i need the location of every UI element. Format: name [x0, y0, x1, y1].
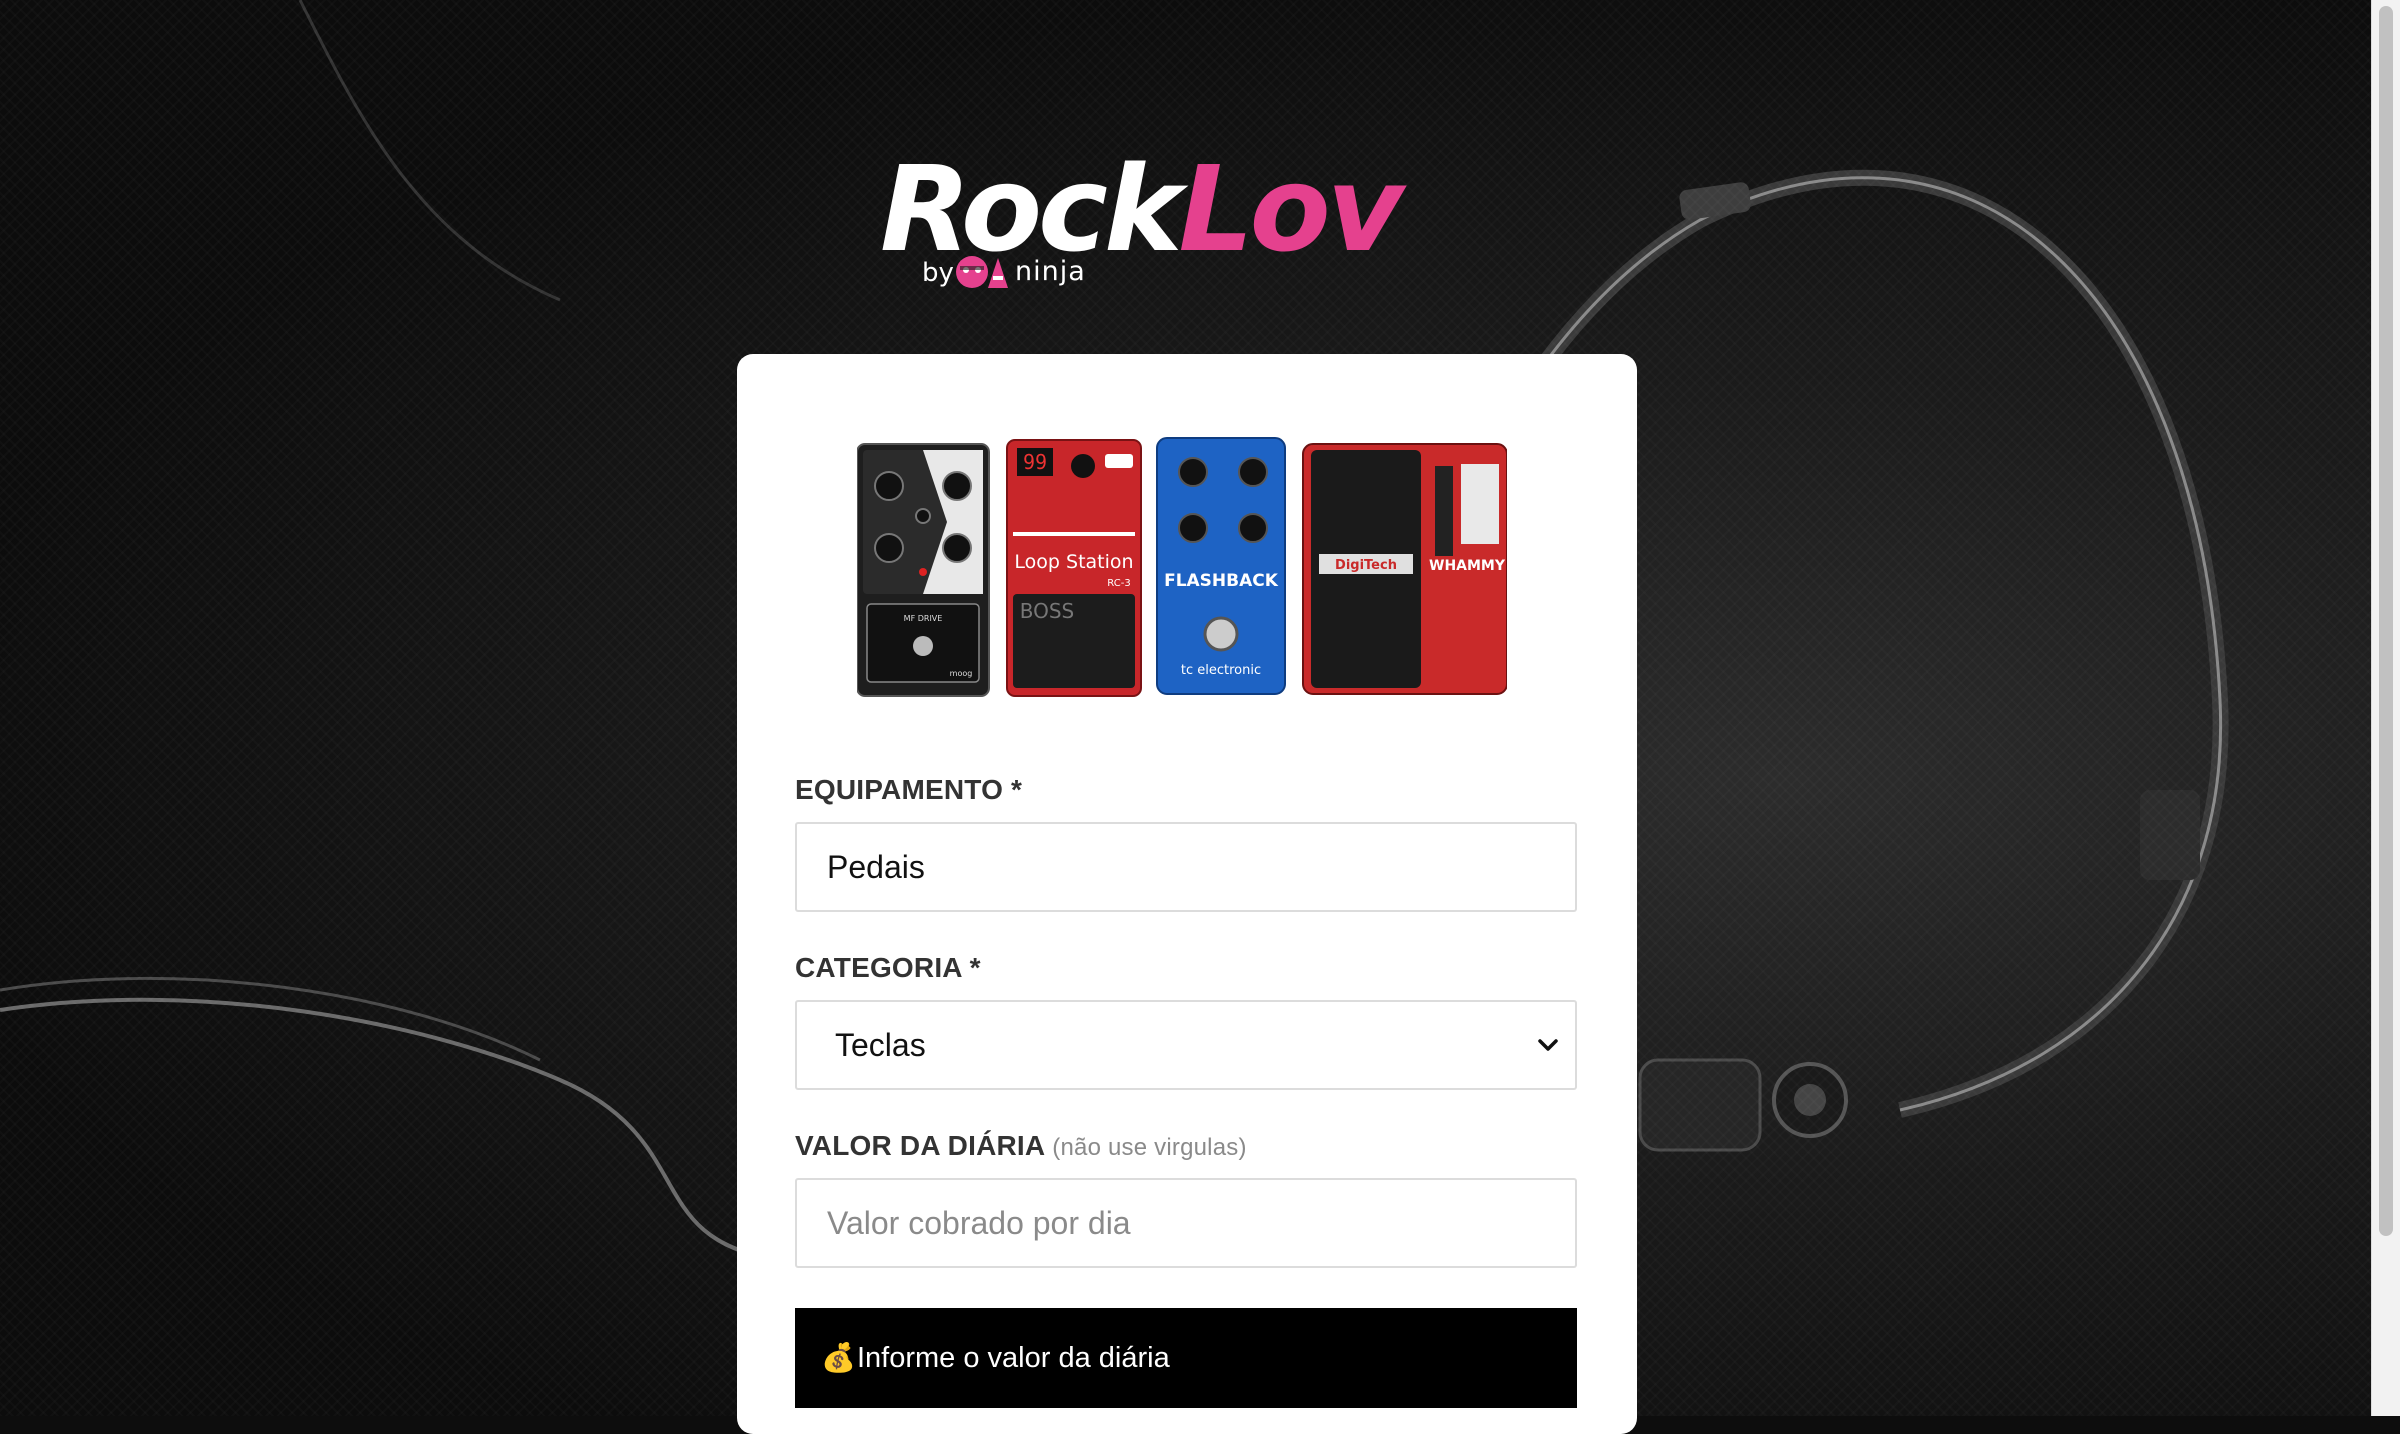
daily-rate-label-text: VALOR DA DIÁRIA — [795, 1130, 1045, 1161]
rocklov-logo: RockLov by ninja — [880, 150, 1500, 300]
chevron-down-icon — [1538, 1039, 1558, 1051]
logo-wordmark: RockLov — [880, 150, 1404, 268]
equipment-input[interactable] — [797, 824, 1575, 910]
money-bag-icon: 💰 — [821, 1342, 856, 1373]
daily-rate-label: VALOR DA DIÁRIA (não use virgulas) — [795, 1130, 1247, 1162]
guitar-pedals-image: MF DRIVE moog 99 Loop Station RC-3 BOSS … — [857, 437, 1507, 697]
alert-message: Informe o valor da diária — [857, 1342, 1170, 1374]
equipment-form-card: MF DRIVE moog 99 Loop Station RC-3 BOSS … — [737, 354, 1637, 1434]
page-scrollbar[interactable] — [2371, 0, 2400, 1416]
whammy-label: WHAMMY — [1429, 558, 1506, 574]
logo-lov: Lov — [1178, 140, 1403, 278]
logo-by: by — [922, 258, 954, 288]
moog-pedal: MF DRIVE moog — [857, 443, 990, 697]
boss-pedal: 99 Loop Station RC-3 BOSS — [1006, 439, 1142, 697]
daily-rate-field-box — [795, 1178, 1577, 1268]
equipment-label: EQUIPAMENTO * — [795, 774, 1023, 805]
daily-rate-input[interactable] — [797, 1180, 1575, 1266]
boss-label: BOSS — [1020, 599, 1075, 623]
flashback-label: FLASHBACK — [1164, 571, 1279, 591]
category-selected-value: Teclas — [835, 1027, 926, 1063]
qaninja-icon — [956, 256, 1008, 288]
tc-flashback-pedal: FLASHBACK tc electronic — [1156, 437, 1286, 695]
rc3-label: RC-3 — [1107, 578, 1130, 589]
category-label: CATEGORIA * — [795, 952, 981, 983]
moog-brand-label: moog — [950, 669, 973, 678]
digitech-whammy-pedal: DigiTech WHAMMY — [1302, 443, 1507, 695]
equipment-field-box — [795, 822, 1577, 912]
loop-station-label: Loop Station — [1014, 551, 1133, 573]
digitech-label: DigiTech — [1335, 558, 1397, 573]
tc-brand-label: tc electronic — [1181, 663, 1261, 678]
scrollbar-thumb[interactable] — [2379, 6, 2393, 1236]
daily-rate-hint: (não use virgulas) — [1052, 1134, 1247, 1161]
logo-ninja: ninja — [1015, 256, 1086, 287]
category-select[interactable]: Teclas — [795, 1000, 1577, 1090]
validation-alert: 💰 Informe o valor da diária — [795, 1308, 1577, 1408]
counter-label: 99 — [1023, 450, 1047, 474]
mf-drive-label: MF DRIVE — [904, 614, 943, 623]
